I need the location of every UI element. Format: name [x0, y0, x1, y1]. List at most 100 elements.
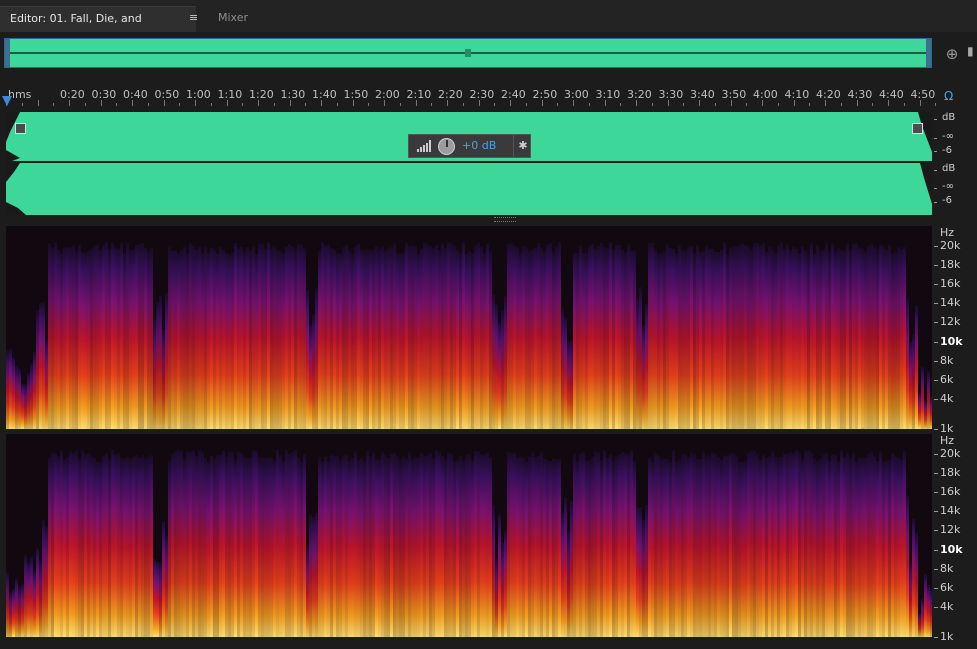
spectral-column	[681, 454, 684, 637]
spectral-column	[921, 598, 924, 637]
spectral-column	[357, 243, 360, 429]
hz-label: 14k	[940, 504, 961, 518]
spectral-column	[162, 521, 165, 637]
spectral-column	[429, 453, 432, 637]
ruler-tick	[746, 103, 748, 106]
spectral-column	[324, 456, 327, 637]
tab-menu-icon[interactable]: ≡	[189, 6, 201, 32]
spectral-column	[669, 248, 672, 429]
spectral-column	[828, 251, 831, 429]
spectral-column	[597, 246, 600, 429]
spectral-column	[573, 453, 576, 637]
hud-volume-control: +0 dB ✱	[408, 134, 531, 158]
spectral-column	[846, 243, 849, 429]
hz-label: 18k	[940, 466, 961, 480]
spectral-column	[288, 244, 291, 429]
spectral-column	[819, 459, 822, 637]
spectral-column	[60, 253, 63, 429]
spectral-column	[375, 246, 378, 429]
spectral-column	[270, 457, 273, 637]
spectral-column	[540, 452, 543, 637]
spectral-column	[834, 454, 837, 637]
spectral-column	[600, 460, 603, 637]
ruler-tick	[935, 103, 937, 106]
spectral-column	[363, 461, 366, 637]
spectral-column	[876, 461, 879, 637]
spectral-column	[405, 459, 408, 637]
spectral-column	[687, 457, 690, 637]
panel-split-handle[interactable]	[494, 217, 516, 222]
spectral-column	[735, 246, 738, 429]
overview-right-handle[interactable]	[926, 39, 931, 67]
spectral-column	[471, 253, 474, 429]
zoom-icon[interactable]: ⊕	[942, 44, 962, 64]
spectral-column	[927, 584, 930, 637]
headphone-icon[interactable]: Ω	[944, 89, 958, 103]
spectral-column	[867, 245, 870, 429]
spectral-column	[429, 245, 432, 429]
spectral-column	[27, 562, 30, 637]
spectral-column	[393, 452, 396, 637]
spectral-column	[819, 251, 822, 429]
spectral-column	[111, 243, 114, 429]
spectral-column	[816, 461, 819, 637]
pin-icon[interactable]: ✱	[513, 135, 532, 157]
spectral-column	[12, 588, 15, 637]
overview-navigator[interactable]	[4, 38, 932, 68]
spectral-column	[234, 460, 237, 637]
volume-knob-icon[interactable]	[438, 138, 455, 155]
overview-left-handle[interactable]	[5, 39, 10, 67]
spectral-column	[183, 459, 186, 637]
time-label: 3:40	[690, 88, 715, 101]
spectral-column	[75, 250, 78, 429]
tab-mixer[interactable]: Mixer	[208, 6, 258, 32]
hz-tick	[934, 341, 938, 343]
hz-tick	[934, 428, 938, 430]
spectral-display-ch1[interactable]	[6, 226, 932, 429]
spectral-column	[255, 450, 258, 637]
spectral-column	[9, 592, 12, 637]
spectral-column	[684, 454, 687, 637]
spectral-column	[789, 250, 792, 429]
spectral-column	[96, 244, 99, 429]
tab-editor[interactable]: Editor: 01. Fall, Die, and Break.mp3	[0, 6, 196, 49]
hz-label: 6k	[940, 580, 954, 594]
ruler-tick	[557, 103, 559, 106]
spectral-column	[165, 293, 168, 429]
spectral-column	[501, 310, 504, 429]
waveform-display[interactable]	[6, 112, 932, 215]
spectral-column	[255, 253, 258, 429]
fade-in-handle[interactable]	[15, 123, 26, 134]
spectral-column	[801, 459, 804, 637]
spectral-column	[57, 456, 60, 637]
spectral-column	[696, 245, 699, 429]
time-label: 2:40	[501, 88, 526, 101]
fade-out-handle[interactable]	[912, 123, 923, 134]
spectral-column	[924, 574, 927, 637]
spectral-column	[240, 452, 243, 637]
time-ruler[interactable]: 0:20 0:30 0:40 0:50 1:00 1:10 1:20 1:30 1:40 1:50…	[0, 86, 938, 106]
spectral-column	[618, 244, 621, 429]
spectral-column	[75, 450, 78, 637]
spectral-column	[801, 246, 804, 429]
spectral-column	[441, 243, 444, 429]
spectral-column	[825, 453, 828, 637]
spectral-column	[141, 455, 144, 637]
spectral-display-ch2[interactable]	[6, 434, 932, 637]
spectral-column	[378, 459, 381, 637]
panel-toggle-icon[interactable]: ▮	[967, 44, 977, 64]
spectral-column	[630, 450, 633, 637]
spectral-column	[216, 253, 219, 429]
spectral-column	[534, 456, 537, 637]
spectral-column	[486, 243, 489, 429]
playhead-marker[interactable]	[2, 96, 12, 106]
spectral-column	[102, 245, 105, 429]
spectral-column	[414, 457, 417, 637]
ruler-tick	[840, 103, 842, 106]
spectral-column	[462, 242, 465, 429]
hz-tick	[934, 246, 938, 247]
spectral-column	[441, 456, 444, 637]
hz-label: 12k	[940, 523, 961, 537]
spectral-column	[570, 501, 573, 637]
spectral-column	[756, 454, 759, 637]
